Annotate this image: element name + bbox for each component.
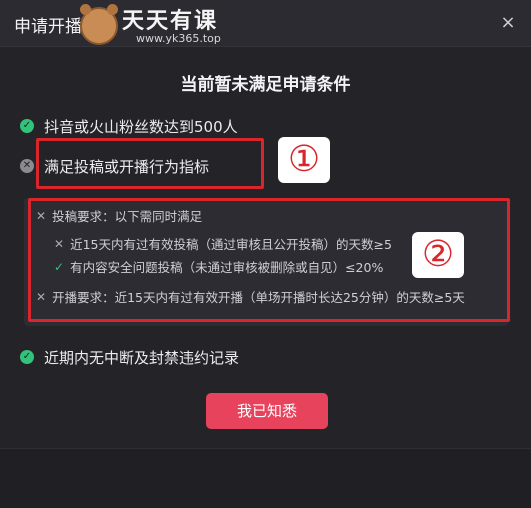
annotation-box-1 — [36, 138, 264, 189]
x-circle-icon: ✕ — [20, 159, 34, 173]
page-title: 当前暂未满足申请条件 — [180, 75, 351, 95]
condition-fans: ✓ 抖音或火山粉丝数达到500人 — [20, 115, 238, 137]
bear-mascot-icon — [80, 4, 118, 45]
watermark-logo: 天天有课 www.yk365.top — [80, 3, 280, 47]
check-circle-icon: ✓ — [20, 350, 34, 364]
check-circle-icon: ✓ — [20, 119, 34, 133]
annotation-label-1: ① — [278, 137, 330, 183]
watermark-url: www.yk365.top — [136, 32, 221, 45]
condition-no-violation: ✓ 近期内无中断及封禁违约记录 — [20, 346, 239, 368]
condition-no-violation-label: 近期内无中断及封禁违约记录 — [44, 348, 240, 367]
dialog-footer — [0, 448, 531, 508]
close-icon[interactable]: × — [497, 12, 519, 34]
apply-live-dialog: 申请开播权限 × 天天有课 www.yk365.top 当前暂未满足申请条件 ✓… — [0, 0, 531, 508]
condition-fans-label: 抖音或火山粉丝数达到500人 — [44, 117, 238, 136]
acknowledge-button[interactable]: 我已知悉 — [206, 393, 328, 429]
annotation-label-2: ② — [412, 232, 464, 278]
watermark-brand: 天天有课 — [122, 9, 219, 34]
